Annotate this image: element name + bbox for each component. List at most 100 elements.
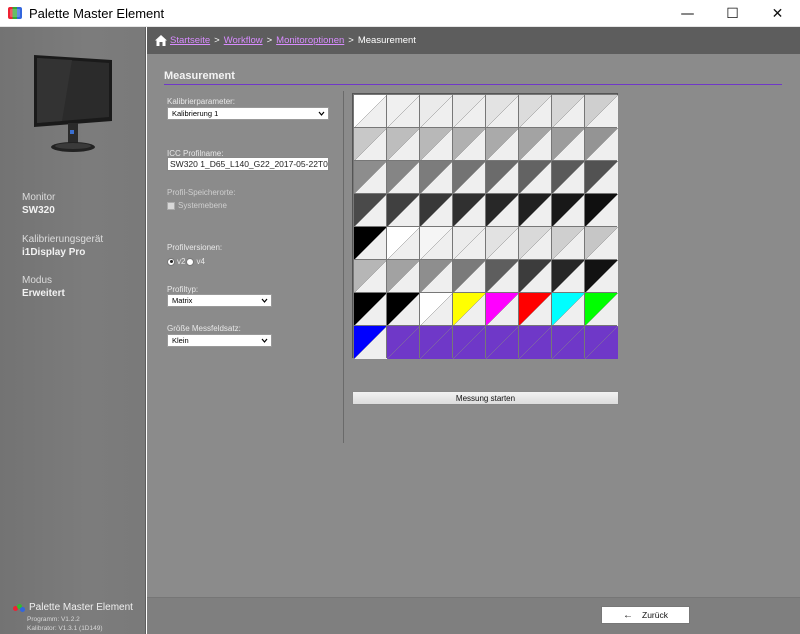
close-button[interactable]: ✕ — [755, 0, 800, 27]
system-level-label: Systemebene — [178, 201, 227, 210]
measurement-patch — [551, 160, 585, 194]
patch-size-select[interactable]: Klein — [167, 334, 272, 347]
measurement-patch — [353, 292, 387, 326]
checkbox-box[interactable] — [167, 201, 175, 210]
measurement-patch — [386, 292, 420, 326]
home-icon[interactable] — [155, 35, 167, 46]
measurement-patch — [353, 259, 387, 293]
calibration-param-value: Kalibrierung 1 — [172, 109, 219, 118]
measurement-patch — [518, 160, 552, 194]
calibration-param-label: Kalibrierparameter: — [167, 97, 236, 106]
measurement-patch — [551, 127, 585, 161]
breadcrumb-startseite[interactable]: Startseite — [170, 35, 210, 46]
measurement-patch — [452, 94, 486, 128]
measurement-patch — [485, 325, 519, 359]
measurement-patch — [485, 193, 519, 227]
heading-divider — [164, 84, 782, 85]
breadcrumb-separator: > — [348, 35, 354, 46]
measurement-patch — [353, 127, 387, 161]
chevron-down-icon — [261, 338, 268, 343]
arrow-left-icon: ← — [623, 609, 633, 621]
measurement-patch — [353, 160, 387, 194]
radio-v2[interactable] — [167, 257, 175, 266]
monitor-label: Monitor — [22, 192, 56, 203]
measurement-patch — [485, 160, 519, 194]
measurement-patch — [584, 127, 618, 161]
measurement-patch — [419, 193, 453, 227]
mode-label: Modus — [22, 275, 53, 286]
patch-size-value: Klein — [172, 336, 189, 345]
measurement-patch — [386, 94, 420, 128]
measurement-patch — [419, 160, 453, 194]
breadcrumb-monitoroptionen[interactable]: Monitoroptionen — [276, 35, 344, 46]
back-button[interactable]: ← Zurück — [601, 606, 690, 624]
breadcrumb-separator: > — [266, 35, 273, 46]
maximize-button[interactable]: ☐ — [710, 0, 755, 27]
measurement-patch — [452, 193, 486, 227]
measurement-patch — [518, 292, 552, 326]
brand-name: Palette Master Element — [29, 602, 133, 613]
minimize-button[interactable]: — — [665, 0, 710, 27]
patch-size-label: Größe Messfeldsatz: — [167, 324, 241, 333]
icc-profile-input[interactable]: SW320 1_D65_L140_G22_2017-05-22T08. — [167, 157, 329, 171]
measurement-patch — [551, 325, 585, 359]
measurement-patch — [452, 160, 486, 194]
profile-version-radios: v2 v4 — [167, 257, 205, 266]
storage-location-label: Profil-Speicherorte: — [167, 188, 236, 197]
brand-logo-icon — [13, 603, 25, 612]
footer-bar: ← Zurück — [147, 597, 800, 634]
device-value: i1Display Pro — [22, 247, 86, 258]
breadcrumb-current: Measurement — [357, 35, 416, 46]
measurement-patch — [551, 292, 585, 326]
main-panel: Startseite > Workflow > Monitoroptionen … — [147, 27, 800, 634]
measurement-patch — [452, 259, 486, 293]
measurement-patch — [485, 127, 519, 161]
measurement-patch — [452, 127, 486, 161]
system-level-checkbox[interactable]: Systemebene — [167, 201, 227, 210]
measurement-patch — [518, 325, 552, 359]
measurement-patch-grid — [352, 93, 618, 359]
chevron-down-icon — [261, 298, 268, 303]
measurement-patch — [386, 259, 420, 293]
window-controls: — ☐ ✕ — [665, 0, 800, 27]
measurement-patch — [353, 94, 387, 128]
vertical-divider — [343, 91, 344, 443]
measurement-patch — [353, 226, 387, 260]
measurement-patch — [551, 193, 585, 227]
app-icon — [8, 7, 22, 19]
measurement-patch — [386, 193, 420, 227]
measurement-patch — [518, 127, 552, 161]
measurement-patch — [386, 325, 420, 359]
radio-v4[interactable] — [186, 257, 195, 266]
measurement-patch — [485, 94, 519, 128]
chevron-down-icon — [318, 111, 325, 116]
breadcrumb-workflow[interactable]: Workflow — [224, 35, 263, 46]
monitor-image — [34, 55, 112, 152]
measurement-patch — [452, 292, 486, 326]
measurement-patch — [419, 127, 453, 161]
measurement-patch — [584, 325, 618, 359]
back-button-label: Zurück — [642, 610, 668, 620]
measurement-patch — [584, 259, 618, 293]
radio-v2-label: v2 — [177, 257, 186, 266]
program-version: Programm: V1.2.2 — [27, 616, 80, 623]
breadcrumb-separator: > — [214, 35, 220, 46]
measurement-patch — [584, 292, 618, 326]
measurement-patch — [551, 259, 585, 293]
measurement-patch — [584, 226, 618, 260]
measurement-patch — [452, 226, 486, 260]
brand: Palette Master Element — [13, 602, 133, 613]
measurement-patch — [518, 226, 552, 260]
measurement-patch — [419, 226, 453, 260]
measurement-patch — [485, 259, 519, 293]
mode-value: Erweitert — [22, 288, 65, 299]
profile-type-label: Profiltyp: — [167, 285, 199, 294]
start-measurement-button[interactable]: Messung starten — [352, 391, 619, 405]
calibration-param-select[interactable]: Kalibrierung 1 — [167, 107, 329, 120]
measurement-patch — [584, 160, 618, 194]
measurement-patch — [551, 94, 585, 128]
sidebar: Monitor SW320 Kalibrierungsgerät i1Displ… — [0, 27, 146, 634]
device-label: Kalibrierungsgerät — [22, 234, 104, 245]
profile-type-select[interactable]: Matrix — [167, 294, 272, 307]
page-title: Measurement — [164, 70, 235, 82]
